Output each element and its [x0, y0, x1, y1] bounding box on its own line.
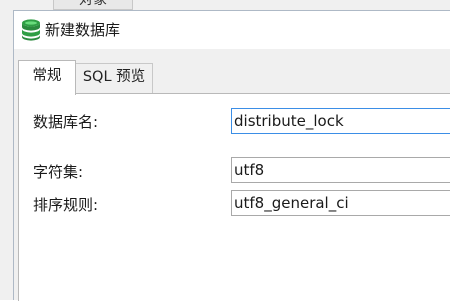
general-panel: 数据库名: distribute_lock 字符集: utf8 排序规则: ut… [18, 93, 450, 301]
tab-general[interactable]: 常规 [18, 60, 76, 95]
background-tab-objects[interactable]: 对象 [53, 0, 133, 10]
background-window-edge [0, 12, 13, 300]
collation-label: 排序规则: [33, 196, 99, 214]
new-database-dialog: 新建数据库 常规 SQL 预览 数据库名: distribute_lock 字符… [13, 10, 450, 301]
charset-select[interactable]: utf8 [231, 157, 450, 183]
tab-sql-preview[interactable]: SQL 预览 [75, 63, 153, 93]
dialog-titlebar[interactable]: 新建数据库 [14, 11, 450, 49]
dialog-title: 新建数据库 [45, 21, 121, 39]
tab-bar: 常规 SQL 预览 [14, 60, 450, 95]
database-name-label: 数据库名: [33, 113, 99, 131]
database-icon [20, 18, 42, 42]
charset-label: 字符集: [33, 163, 84, 181]
database-name-input[interactable]: distribute_lock [231, 108, 450, 134]
collation-select[interactable]: utf8_general_ci [231, 190, 450, 216]
